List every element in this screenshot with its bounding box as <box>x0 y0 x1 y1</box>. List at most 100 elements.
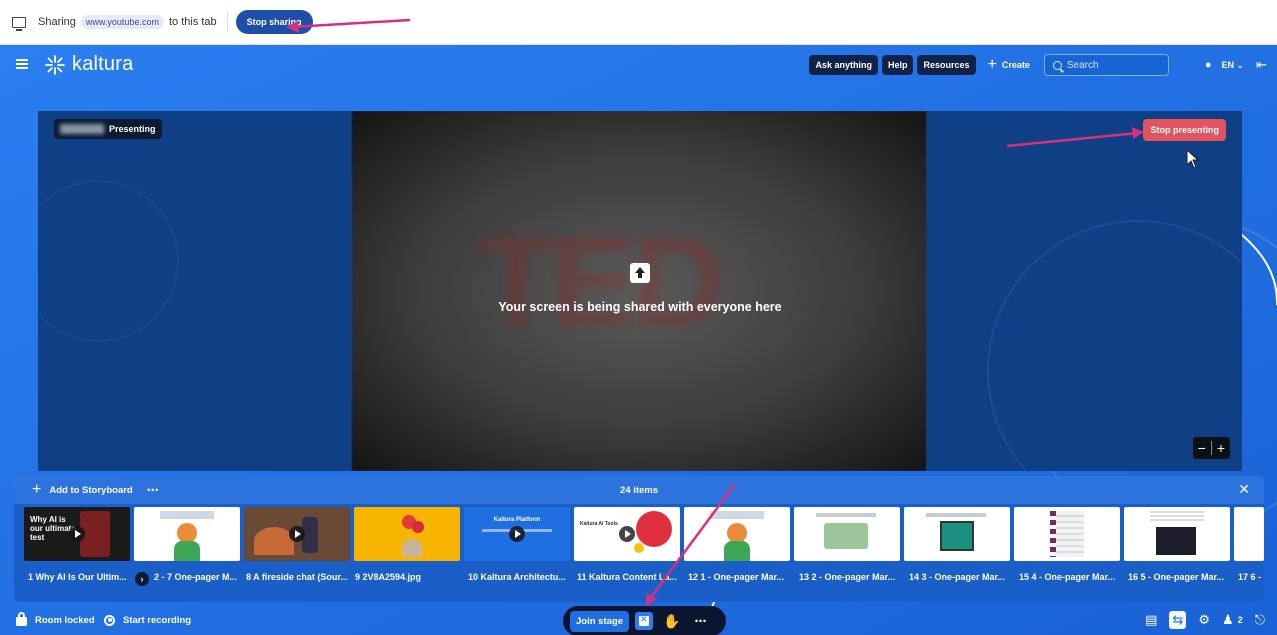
thumb-text-block <box>1150 511 1204 523</box>
plus-icon: + <box>32 481 42 498</box>
lock-icon <box>16 612 27 626</box>
thumb-image <box>254 527 294 555</box>
thumb-image <box>1156 527 1196 555</box>
stop-presenting-button[interactable]: Stop presenting <box>1143 119 1226 141</box>
user-icon[interactable]: ● <box>1205 59 1212 71</box>
thumb-text-block <box>710 511 764 519</box>
thumb-shape <box>634 543 644 553</box>
storyboard-item-label: 13 2 - One-pager Mar... <box>799 572 896 582</box>
room-locked-toggle[interactable]: Room locked <box>16 612 95 626</box>
main-stage: TED Presenting Stop presenting Your scre… <box>38 111 1242 471</box>
thumb-balloon <box>412 521 424 533</box>
kaltura-logo[interactable]: kaltura <box>44 53 133 76</box>
storyboard-item-label: 1 Why AI Is Our Ultim... <box>28 572 127 582</box>
screen-share-message: Your screen is being shared with everyon… <box>498 300 782 314</box>
hamburger-menu-icon[interactable] <box>16 59 28 69</box>
storyboard-item-label: 17 6 - ( <box>1238 572 1264 582</box>
add-to-storyboard-button[interactable]: + Add to Storyboard <box>32 481 133 499</box>
search-placeholder: Search <box>1066 59 1099 71</box>
storyboard-item[interactable]: Why AI is our ultimate test <box>24 507 130 561</box>
logo-wordmark: kaltura <box>72 53 134 75</box>
storyboard-header: + Add to Storyboard ⋯ 24 items ✕ <box>14 476 1264 504</box>
chevron-down-icon: ⌄ <box>1236 59 1245 70</box>
storyboard-thumbnails: Why AI is our ultimate test Kaltura Plat… <box>24 507 1264 561</box>
storyboard-item[interactable] <box>244 507 350 561</box>
thumb-image <box>1050 511 1056 557</box>
upload-arrow-icon <box>630 263 650 283</box>
start-recording-button[interactable]: Start recording <box>104 614 192 626</box>
nav-actions: Ask anything Help Resources + Create Sea… <box>809 45 1277 85</box>
camera-off-icon[interactable] <box>635 612 653 630</box>
language-selector[interactable]: EN ⌄ <box>1222 60 1245 71</box>
plus-icon: + <box>987 56 997 73</box>
participants-button[interactable]: ♟ 2 <box>1222 612 1243 628</box>
start-recording-label: Start recording <box>123 614 192 626</box>
play-icon <box>509 526 525 542</box>
storyboard-item[interactable] <box>684 507 790 561</box>
storyboard-item[interactable]: Kaltura Platform <box>464 507 570 561</box>
more-options-icon[interactable]: ⋯ <box>147 483 160 497</box>
leave-room-icon[interactable]: ⎋ <box>1255 612 1265 628</box>
thumb-caption: Kaltura AI Tools <box>580 521 618 527</box>
join-stage-button[interactable]: Join stage <box>570 610 629 632</box>
thumb-portrait <box>177 523 197 543</box>
zoom-out-button[interactable]: − <box>1193 440 1211 456</box>
storyboard-item[interactable] <box>904 507 1010 561</box>
storyboard-item[interactable] <box>1014 507 1120 561</box>
add-to-storyboard-label: Add to Storyboard <box>49 484 133 496</box>
storyboard-item-label: 16 5 - One-pager Mar... <box>1128 572 1225 582</box>
shared-domain-chip: www.youtube.com <box>80 15 164 29</box>
search-input[interactable]: Search <box>1043 54 1169 76</box>
ask-anything-button[interactable]: Ask anything <box>809 55 878 75</box>
screen-share-status: Your screen is being shared with everyon… <box>38 263 1242 314</box>
close-icon[interactable]: ✕ <box>1238 481 1250 498</box>
layout-icon[interactable]: ▤ <box>1145 612 1157 628</box>
zoom-in-button[interactable]: + <box>1212 440 1230 456</box>
participants-icon: ♟ <box>1222 612 1234 627</box>
switch-view-icon[interactable]: ⇆ <box>1169 611 1187 629</box>
storyboard-item-label: 11 Kaltura Content La... <box>577 572 678 582</box>
gear-icon[interactable]: ⚙ <box>1198 612 1210 628</box>
thumb-text-block <box>926 513 986 517</box>
search-icon <box>1052 60 1062 70</box>
thumb-text-block <box>160 511 214 519</box>
storyboard-item-label: 10 Kaltura Architectu... <box>468 572 566 582</box>
storyboard-item-label: 15 4 - One-pager Mar... <box>1019 572 1116 582</box>
collapse-panel-icon[interactable]: ⇤ <box>1256 57 1267 73</box>
record-icon <box>104 614 115 626</box>
screen-share-icon <box>12 16 26 31</box>
room-tools: ▤ ⇆ ⚙ ♟ 2 ⎋ <box>1133 605 1265 635</box>
sharing-prefix-text: Sharing <box>38 16 76 28</box>
resources-button[interactable]: Resources <box>917 55 976 75</box>
storyboard-item[interactable] <box>1124 507 1230 561</box>
thumb-portrait-body <box>174 541 200 561</box>
play-icon <box>289 526 305 542</box>
storyboard-item-label: 8 A fireside chat (Sour... <box>246 572 348 582</box>
mouse-cursor-icon <box>1186 149 1200 169</box>
stop-sharing-button[interactable]: Stop sharing <box>235 10 313 34</box>
storyboard-item[interactable]: Kaltura AI Tools <box>574 507 680 561</box>
more-options-icon[interactable]: ⋯ <box>694 614 707 628</box>
thumb-caption: Kaltura Platform <box>493 517 541 523</box>
storyboard-item[interactable] <box>1234 507 1264 561</box>
thumb-image <box>402 539 422 557</box>
presenting-label: Presenting <box>109 124 156 134</box>
help-button[interactable]: Help <box>881 55 914 75</box>
media-controls: Join stage ✋ ⋯ <box>563 606 726 635</box>
play-icon <box>619 526 635 542</box>
sharing-suffix-text: to this tab <box>168 16 217 28</box>
create-label: Create <box>1001 60 1030 70</box>
zoom-controls: − + <box>1192 437 1230 459</box>
thumb-portrait <box>727 523 747 543</box>
divider <box>226 12 228 32</box>
thumb-text-block <box>816 513 876 517</box>
create-button[interactable]: + Create <box>988 56 1030 74</box>
items-count: 24 items <box>619 484 659 496</box>
storyboard-item[interactable] <box>354 507 460 561</box>
chevron-right-icon[interactable]: › <box>135 572 149 586</box>
storyboard-item[interactable] <box>794 507 900 561</box>
storyboard-item[interactable] <box>134 507 240 561</box>
raise-hand-icon[interactable]: ✋ <box>663 613 680 630</box>
bottom-toolbar: Room locked Start recording Join stage ✋… <box>0 605 1277 635</box>
storyboard-panel: + Add to Storyboard ⋯ 24 items ✕ Why AI … <box>14 476 1264 602</box>
